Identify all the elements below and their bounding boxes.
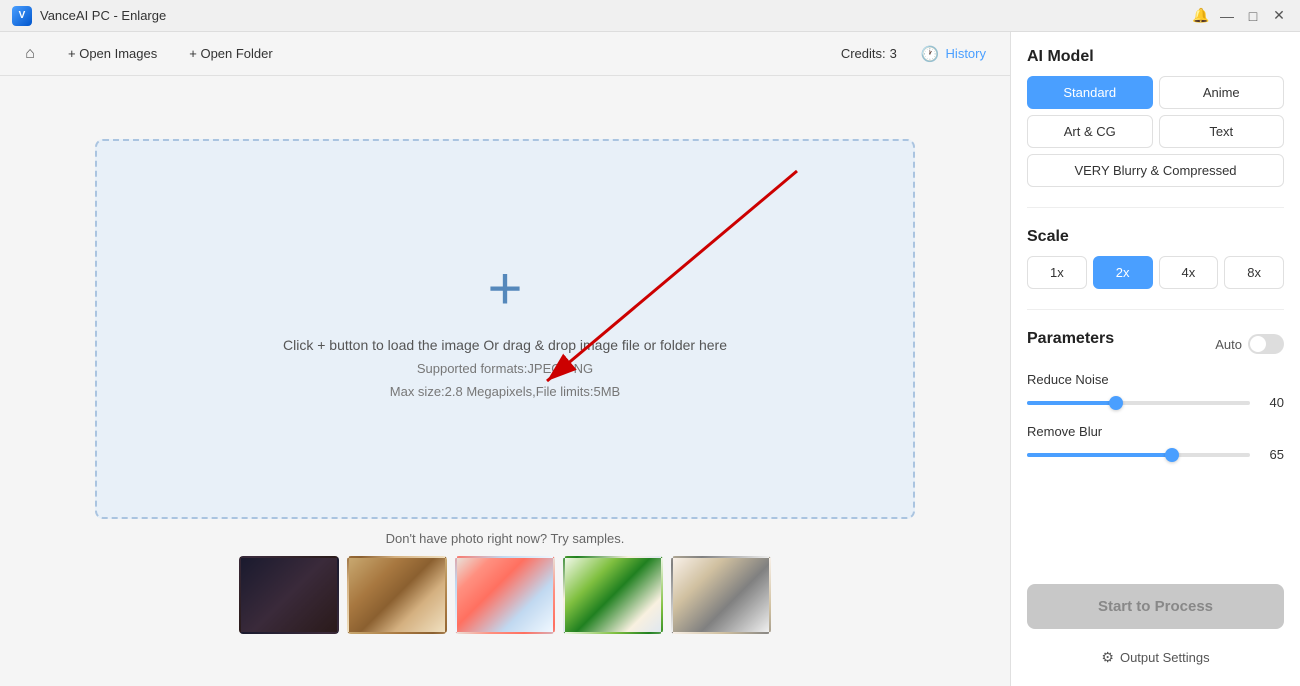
scale-8x-button[interactable]: 8x	[1224, 256, 1284, 289]
remove-blur-track[interactable]	[1027, 453, 1250, 457]
remove-blur-label: Remove Blur	[1027, 424, 1284, 439]
remove-blur-thumb	[1165, 448, 1179, 462]
samples-section: Don't have photo right now? Try samples.	[239, 519, 771, 634]
title-bar: V VanceAI PC - Enlarge 🔔 — □ ✕	[0, 0, 1300, 32]
model-text-button[interactable]: Text	[1159, 115, 1285, 148]
drop-text-line3: Max size:2.8 Megapixels,File limits:5MB	[390, 384, 620, 399]
drop-zone[interactable]: + Click + button to load the image Or dr…	[95, 139, 915, 519]
ai-model-title: AI Model	[1027, 48, 1284, 66]
scale-1x-button[interactable]: 1x	[1027, 256, 1087, 289]
content-area: ⌂ + Open Images + Open Folder Credits: 3…	[0, 32, 1010, 686]
toolbar: ⌂ + Open Images + Open Folder Credits: 3…	[0, 32, 1010, 76]
auto-label: Auto	[1215, 337, 1242, 352]
model-veryblurry-button[interactable]: VERY Blurry & Compressed	[1027, 154, 1284, 187]
credits-info: Credits: 3	[841, 46, 897, 61]
sample-image-2[interactable]	[347, 556, 447, 634]
sample-image-5[interactable]	[671, 556, 771, 634]
window-controls: 🔔 — □ ✕	[1192, 7, 1288, 25]
open-images-button[interactable]: + Open Images	[60, 42, 165, 65]
model-grid: Standard Anime Art & CG Text VERY Blurry…	[1027, 76, 1284, 187]
ai-model-section: AI Model Standard Anime Art & CG Text VE…	[1027, 48, 1284, 187]
drop-zone-inner: + Click + button to load the image Or dr…	[283, 259, 727, 399]
scale-2x-button[interactable]: 2x	[1093, 256, 1153, 289]
reduce-noise-value: 40	[1260, 395, 1284, 410]
history-label: History	[946, 46, 986, 61]
history-circle-icon: 🕐	[921, 45, 940, 63]
reduce-noise-fill	[1027, 401, 1116, 405]
main-container: ⌂ + Open Images + Open Folder Credits: 3…	[0, 32, 1300, 686]
model-standard-button[interactable]: Standard	[1027, 76, 1153, 109]
reduce-noise-track[interactable]	[1027, 401, 1250, 405]
remove-blur-fill	[1027, 453, 1172, 457]
app-icon: V	[12, 6, 32, 26]
title-bar-left: V VanceAI PC - Enlarge	[12, 6, 166, 26]
drop-text-line2: Supported formats:JPEG,PNG	[417, 361, 593, 376]
params-header: Parameters Auto	[1027, 330, 1284, 358]
credits-value: 3	[890, 46, 897, 61]
reduce-noise-thumb	[1109, 396, 1123, 410]
parameters-title: Parameters	[1027, 330, 1114, 348]
divider-1	[1027, 207, 1284, 208]
home-button[interactable]: ⌂	[16, 40, 44, 68]
auto-toggle[interactable]	[1248, 334, 1284, 354]
plus-icon: +	[487, 259, 522, 319]
scale-row: 1x 2x 4x 8x	[1027, 256, 1284, 289]
maximize-button[interactable]: □	[1244, 7, 1262, 25]
remove-blur-value: 65	[1260, 447, 1284, 462]
divider-2	[1027, 309, 1284, 310]
sample-image-3[interactable]	[455, 556, 555, 634]
output-settings[interactable]: ⚙ Output Settings	[1027, 645, 1284, 670]
samples-prompt: Don't have photo right now? Try samples.	[386, 531, 625, 546]
open-folder-button[interactable]: + Open Folder	[181, 42, 280, 65]
sample-image-4[interactable]	[563, 556, 663, 634]
right-panel: AI Model Standard Anime Art & CG Text VE…	[1010, 32, 1300, 686]
samples-row	[239, 556, 771, 634]
gear-icon: ⚙	[1101, 649, 1114, 666]
parameters-section: Parameters Auto Reduce Noise 40 Remove B…	[1027, 330, 1284, 476]
drop-zone-container: + Click + button to load the image Or dr…	[0, 76, 1010, 686]
output-settings-label: Output Settings	[1120, 650, 1210, 665]
start-process-button[interactable]: Start to Process	[1027, 584, 1284, 629]
scale-section: Scale 1x 2x 4x 8x	[1027, 228, 1284, 289]
close-button[interactable]: ✕	[1270, 7, 1288, 25]
model-artcg-button[interactable]: Art & CG	[1027, 115, 1153, 148]
model-anime-button[interactable]: Anime	[1159, 76, 1285, 109]
remove-blur-slider-row: 65	[1027, 447, 1284, 462]
minimize-button[interactable]: —	[1218, 7, 1236, 25]
auto-toggle-row: Auto	[1215, 334, 1284, 354]
reduce-noise-label: Reduce Noise	[1027, 372, 1284, 387]
notification-icon[interactable]: 🔔	[1192, 7, 1210, 25]
scale-4x-button[interactable]: 4x	[1159, 256, 1219, 289]
reduce-noise-slider-row: 40	[1027, 395, 1284, 410]
sample-image-1[interactable]	[239, 556, 339, 634]
credits-label: Credits:	[841, 46, 886, 61]
history-button[interactable]: 🕐 History	[913, 41, 994, 67]
drop-text-line1: Click + button to load the image Or drag…	[283, 337, 727, 353]
window-title: VanceAI PC - Enlarge	[40, 8, 166, 23]
scale-title: Scale	[1027, 228, 1284, 246]
